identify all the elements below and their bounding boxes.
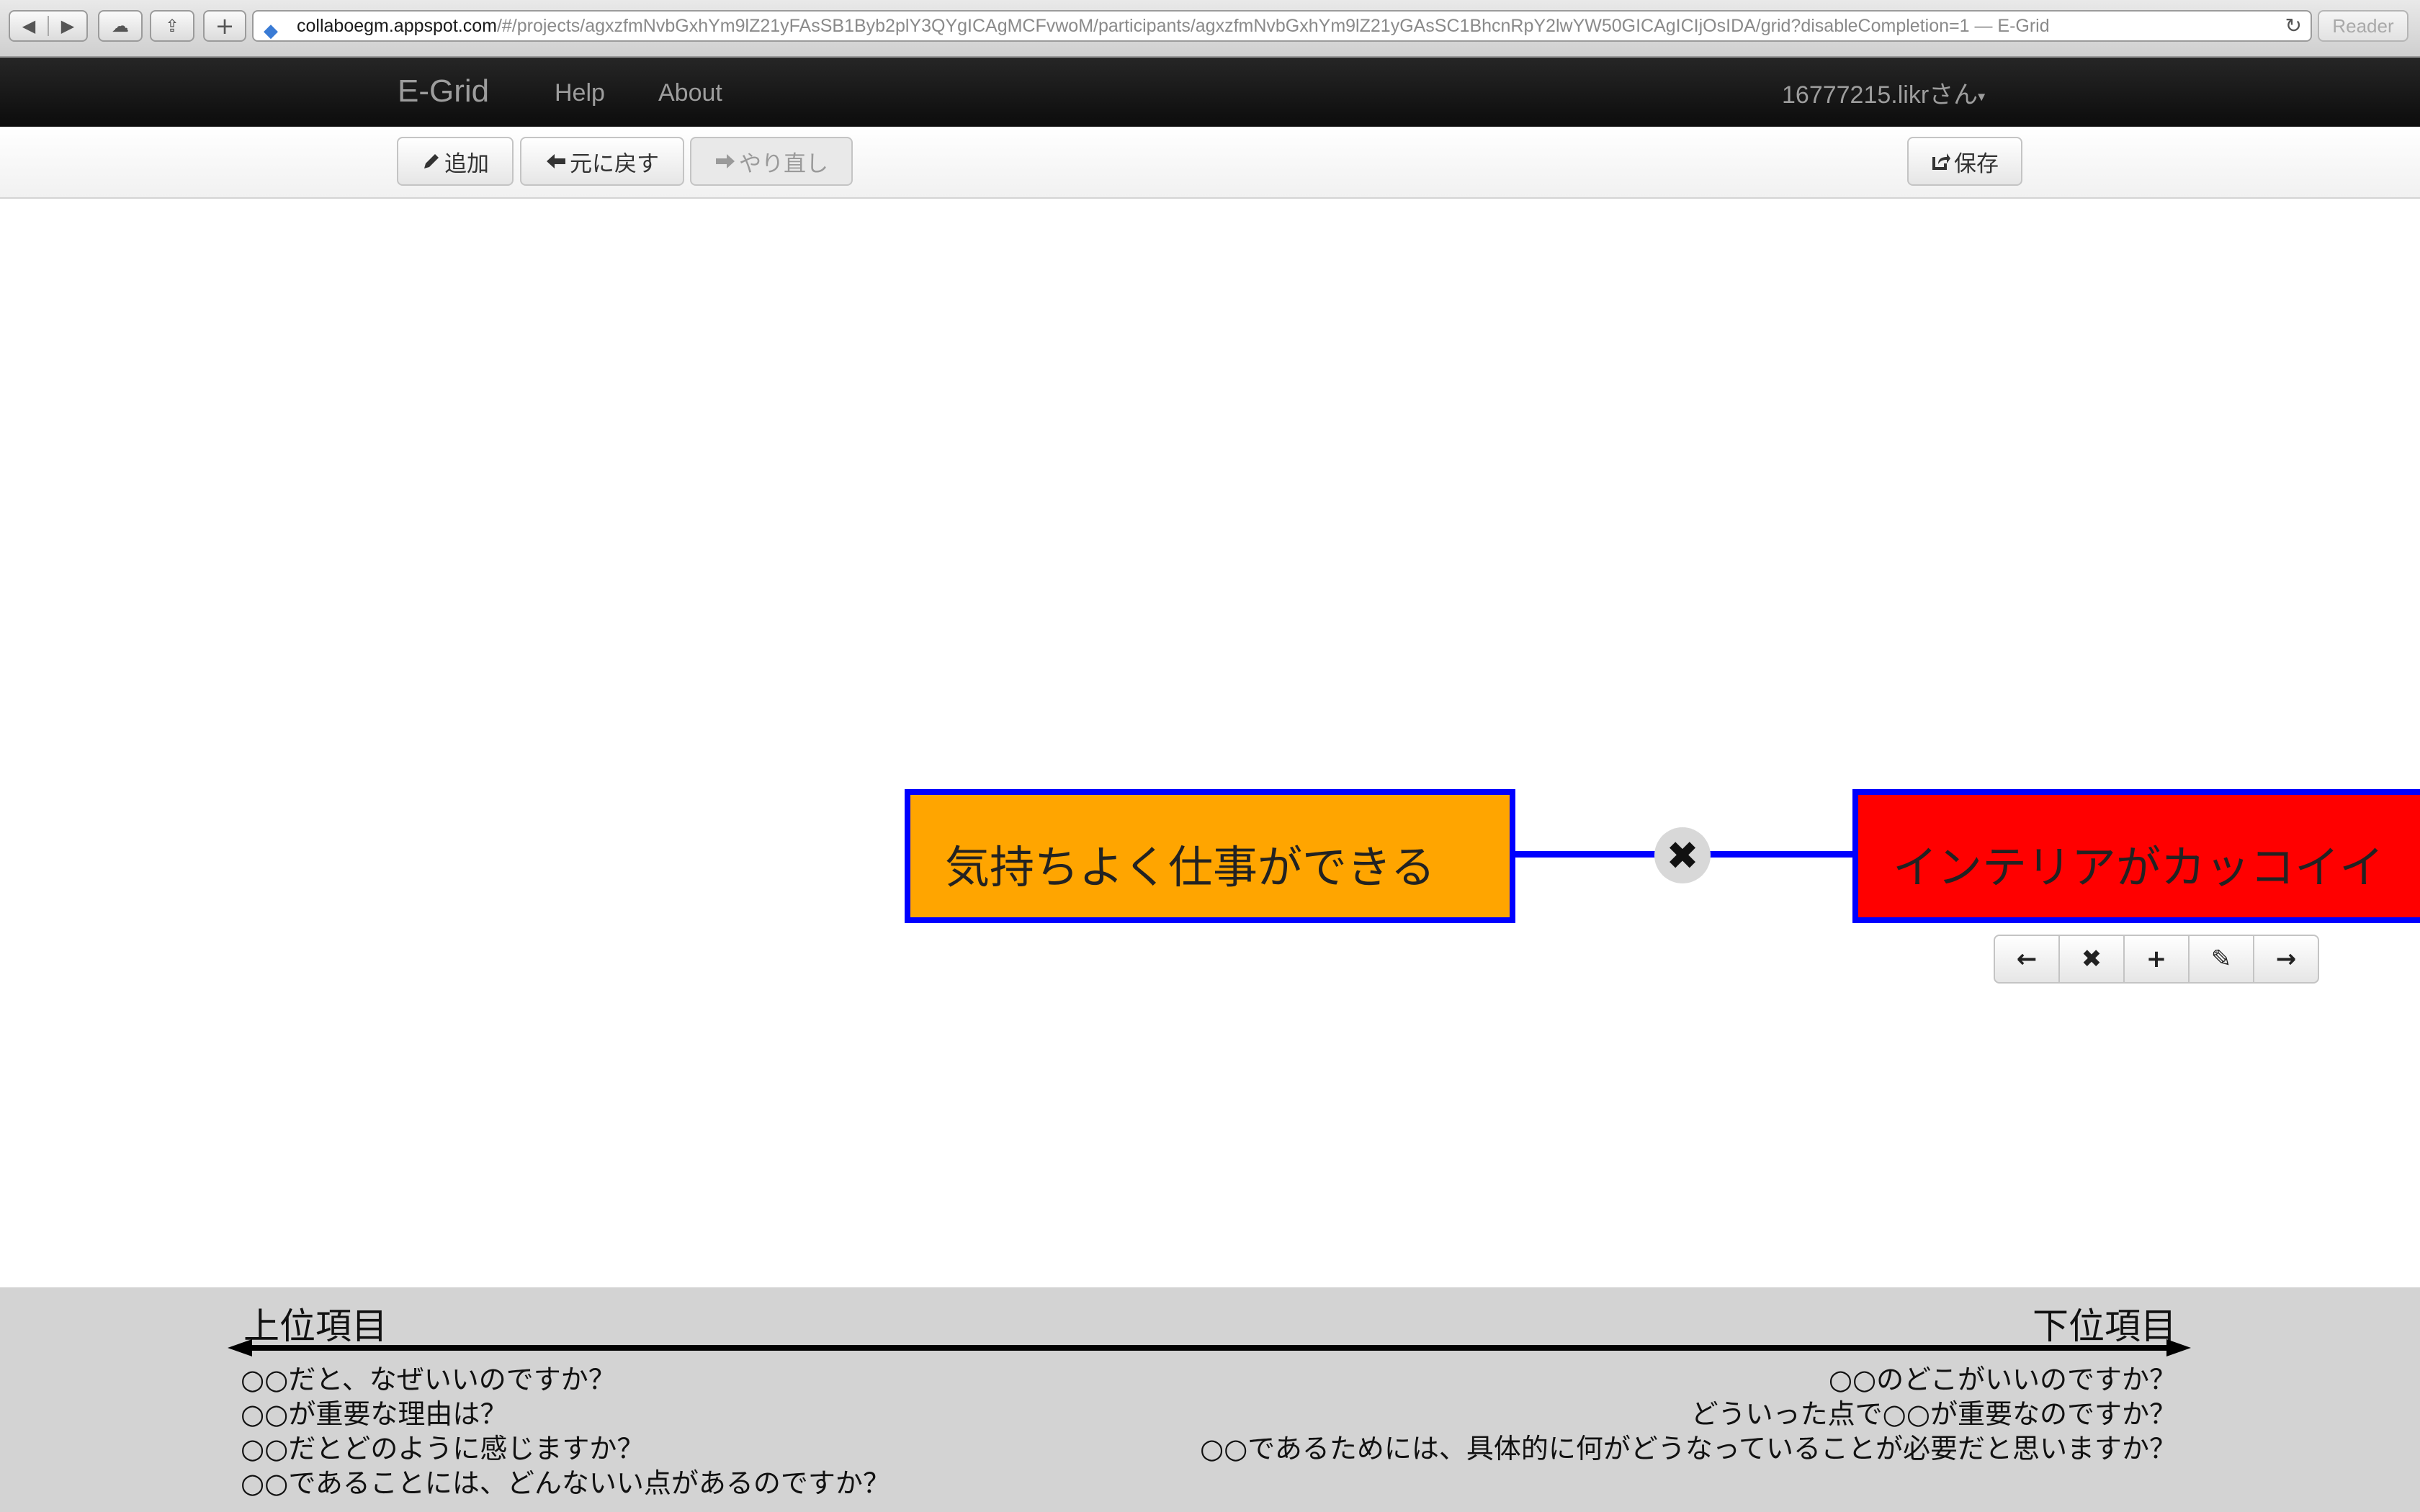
node-label: 気持ちよく仕事ができる [945,841,1435,894]
remove-link-button[interactable]: ✖ [1654,827,1711,883]
grid-toolbar: 追加 元に戻す やり直し 保存 [0,127,2420,199]
share-button[interactable]: ⇪ [150,10,194,42]
add-node-icon[interactable]: + [2123,936,2188,982]
link-line[interactable] [1515,851,1659,858]
forward-icon[interactable]: ▶ [48,16,86,36]
address-bar[interactable]: ◆ collaboegm.appspot.com/#/projects/agxzf… [252,10,2312,42]
share-icon: ⇪ [164,16,180,36]
add-button-label: 追加 [444,150,489,177]
lower-question: ○○のどこがいいのですか？ [1828,1364,2177,1395]
share-external-icon [1932,153,1950,170]
site-favicon-icon: ◆ [264,19,278,41]
grid-canvas[interactable]: 気持ちよく仕事ができる ✖ インテリアがカッコイイ ← ✖ + ✎ → [0,199,2420,1287]
browser-toolbar: ◀ ▶ ☁ ⇪ + ◆ collaboegm.appspot.com/#/proj… [0,0,2420,58]
save-button-label: 保存 [1954,150,1999,177]
user-menu[interactable]: 16777215.likrさん▾ [1782,75,1985,110]
edit-node-icon[interactable]: ✎ [2188,936,2253,982]
plus-icon: + [215,12,235,40]
lower-question: どういった点で○○が重要なのですか？ [1690,1398,2177,1430]
undo-button-label: 元に戻す [570,150,659,177]
add-button[interactable]: 追加 [397,137,514,186]
history-nav: ◀ ▶ [9,10,88,42]
back-icon[interactable]: ◀ [10,16,48,36]
pencil-icon [424,154,439,168]
upper-question-list: ○○だと、なぜいいのですか？ ○○が重要な理由は？ ○○だとどのように感じますか… [241,1362,890,1500]
laddering-guide: 上位項目 下位項目 ○○だと、なぜいいのですか？ ○○が重要な理由は？ ○○だと… [0,1287,2420,1512]
close-icon: ✖ [1666,832,1699,878]
link-line[interactable] [1708,851,1852,858]
cloud-icon: ☁ [112,16,129,36]
grid-node-selected[interactable]: インテリアがカッコイイ [1852,789,2420,923]
url-path: /#/projects/agxzfmNvbGxhYm9lZ21yFAsSB1By… [496,16,1970,36]
ladder-up-icon[interactable]: ← [1995,936,2058,982]
arrow-right-icon [716,154,735,168]
nav-help-link[interactable]: Help [555,79,605,107]
upper-question: ○○だとどのように感じますか？ [241,1433,645,1464]
app-navbar: E-Grid Help About 16777215.likrさん▾ [0,58,2420,127]
save-button[interactable]: 保存 [1907,137,2022,186]
node-toolbar: ← ✖ + ✎ → [1994,935,2319,984]
user-name: 16777215.likrさん [1782,81,1978,109]
upper-question: ○○が重要な理由は？ [241,1398,508,1430]
redo-button[interactable]: やり直し [690,137,853,186]
new-tab-button[interactable]: + [203,10,246,42]
cloud-tabs-button[interactable]: ☁ [98,10,143,42]
upper-question: ○○であることには、どんないい点があるのですか？ [241,1467,890,1499]
reload-icon[interactable]: ↻ [2285,12,2302,40]
caret-down-icon: ▾ [1978,89,1986,105]
nav-about-link[interactable]: About [658,79,722,107]
arrow-left-icon [547,154,565,168]
url-host: collaboegm.appspot.com [297,16,497,36]
delete-node-icon[interactable]: ✖ [2058,936,2123,982]
grid-node-upper[interactable]: 気持ちよく仕事ができる [905,789,1515,923]
page-title-suffix: — E-Grid [1969,16,2050,36]
upper-question: ○○だと、なぜいいのですか？ [241,1364,616,1395]
double-arrow-icon [228,1339,2191,1356]
brand-link[interactable]: E-Grid [398,73,489,109]
lower-question-list: ○○のどこがいいのですか？ どういった点で○○が重要なのですか？ ○○であるため… [1200,1362,2177,1466]
redo-button-label: やり直し [739,150,828,177]
node-label: インテリアがカッコイイ [1893,841,2385,894]
lower-question: ○○であるためには、具体的に何がどうなっていることが必要だと思いますか？ [1199,1433,2177,1464]
ladder-down-icon[interactable]: → [2253,936,2318,982]
reader-button[interactable]: Reader [2318,10,2408,42]
undo-button[interactable]: 元に戻す [520,137,684,186]
